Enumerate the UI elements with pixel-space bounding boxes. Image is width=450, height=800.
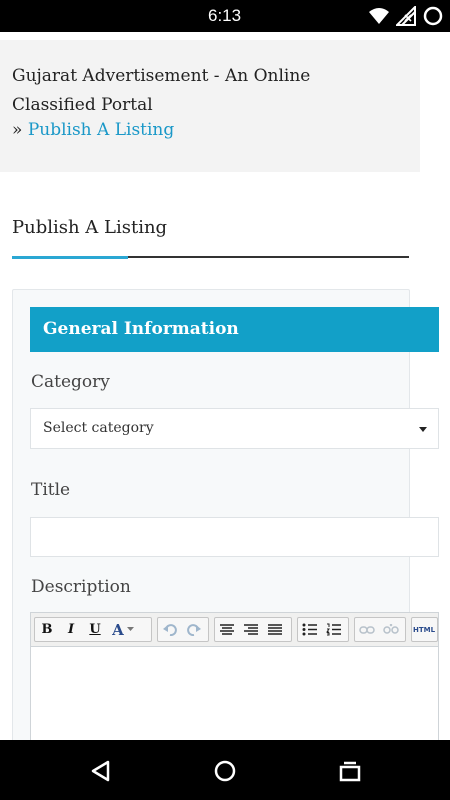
align-justify-icon[interactable] xyxy=(263,618,287,641)
title-label: Title xyxy=(31,480,71,500)
status-icons xyxy=(368,5,444,27)
unlink-icon[interactable] xyxy=(379,618,403,641)
heading-divider-accent xyxy=(12,256,128,259)
recents-icon[interactable] xyxy=(337,758,363,784)
description-editor[interactable]: B I U A HTML xyxy=(30,612,439,752)
history-group xyxy=(157,617,209,642)
redo-icon[interactable] xyxy=(182,618,206,641)
home-icon[interactable] xyxy=(212,758,238,784)
chevron-down-icon xyxy=(419,427,427,432)
signal-icon xyxy=(396,6,416,26)
category-label: Category xyxy=(31,372,110,392)
back-icon[interactable] xyxy=(88,758,114,784)
category-select[interactable]: Select category xyxy=(30,408,439,449)
chevron-down-icon xyxy=(126,627,134,631)
breadcrumb: Gujarat Advertisement - An Online Classi… xyxy=(0,40,420,172)
bold-button[interactable]: B xyxy=(35,618,59,641)
align-center-icon[interactable] xyxy=(215,618,239,641)
link-icon[interactable] xyxy=(355,618,379,641)
align-right-icon[interactable] xyxy=(239,618,263,641)
html-source-button[interactable]: HTML xyxy=(412,618,436,641)
breadcrumb-separator: » xyxy=(12,120,23,140)
font-color-letter: A xyxy=(112,620,124,639)
navigation-bar xyxy=(0,740,450,800)
html-group: HTML xyxy=(411,617,438,642)
italic-button[interactable]: I xyxy=(59,618,83,641)
numbered-list-icon[interactable] xyxy=(322,618,346,641)
breadcrumb-current-link[interactable]: Publish A Listing xyxy=(28,120,174,140)
title-input[interactable] xyxy=(30,517,439,557)
page-title: Publish A Listing xyxy=(12,217,168,238)
status-time: 6:13 xyxy=(208,6,242,25)
site-title[interactable]: Gujarat Advertisement - An Online Classi… xyxy=(12,62,392,120)
editor-toolbar: B I U A HTML xyxy=(31,613,438,647)
wifi-icon xyxy=(368,7,390,25)
description-label: Description xyxy=(31,577,131,597)
status-bar: 6:13 xyxy=(0,0,450,32)
format-group: B I U A xyxy=(34,617,152,642)
list-group xyxy=(297,617,349,642)
bullet-list-icon[interactable] xyxy=(298,618,322,641)
link-group xyxy=(354,617,406,642)
alignment-group xyxy=(214,617,292,642)
category-select-value: Select category xyxy=(43,420,154,436)
battery-icon xyxy=(422,5,444,27)
undo-icon[interactable] xyxy=(158,618,182,641)
breadcrumb-trail: » Publish A Listing xyxy=(12,120,174,140)
section-header-general-information: General Information xyxy=(30,307,439,352)
font-color-button[interactable]: A xyxy=(107,618,139,641)
underline-button[interactable]: U xyxy=(83,618,107,641)
